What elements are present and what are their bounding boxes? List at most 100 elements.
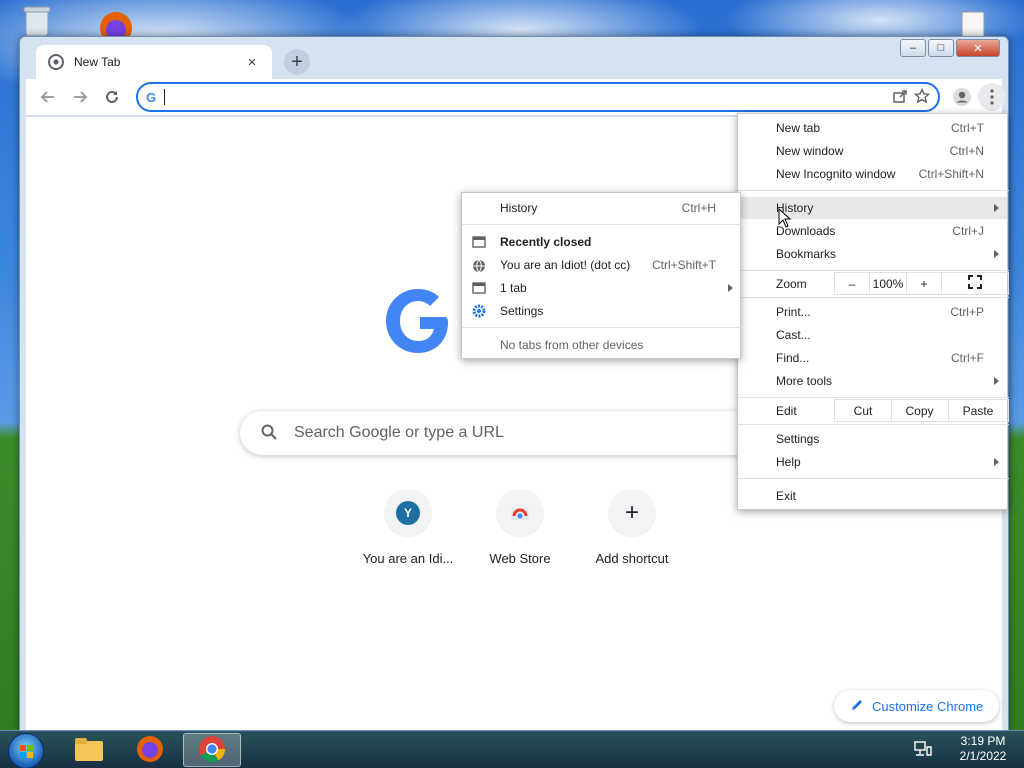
menu-divider	[738, 424, 1009, 425]
profile-icon[interactable]	[948, 83, 976, 111]
cut-button[interactable]: Cut	[834, 399, 892, 422]
menu-item-print[interactable]: Print... Ctrl+P	[776, 301, 984, 323]
menu-item-exit[interactable]: Exit	[776, 485, 984, 507]
zoom-in-button[interactable]: +	[906, 272, 942, 295]
taskbar-firefox[interactable]	[121, 733, 179, 767]
menu-item-downloads[interactable]: Downloads Ctrl+J	[776, 220, 984, 242]
menu-label: You are an Idiot! (dot cc)	[500, 258, 631, 272]
menu-divider	[738, 190, 1009, 191]
menu-divider	[462, 327, 742, 328]
menu-shortcut: Ctrl+Shift+T	[651, 258, 716, 272]
menu-divider	[738, 478, 1009, 479]
close-tab-icon[interactable]: ×	[244, 54, 260, 71]
forward-arrow-icon[interactable]	[66, 83, 94, 111]
menu-item-more-tools[interactable]: More tools	[776, 370, 984, 392]
search-icon	[260, 423, 278, 444]
network-tray-icon[interactable]	[914, 741, 932, 760]
menu-shortcut: Ctrl+P	[950, 305, 984, 319]
web-store-icon	[510, 503, 530, 524]
menu-label: No tabs from other devices	[500, 338, 644, 352]
system-clock[interactable]: 3:19 PM 2/1/2022	[948, 734, 1018, 764]
menu-item-find[interactable]: Find... Ctrl+F	[776, 347, 984, 369]
tab-new-tab[interactable]: New Tab ×	[36, 45, 272, 79]
menu-label: 1 tab	[500, 281, 527, 295]
shortcut-label: Web Store	[489, 551, 551, 566]
ntp-search-box[interactable]: Search Google or type a URL	[240, 411, 800, 455]
firefox-icon	[135, 734, 165, 767]
menu-shortcut: Ctrl+Shift+N	[918, 167, 984, 181]
history-item-1-tab[interactable]: 1 tab	[500, 277, 716, 299]
shortcut-label: You are an Idi...	[362, 551, 454, 566]
more-menu-icon[interactable]	[978, 83, 1006, 111]
history-item-settings[interactable]: Settings	[500, 300, 716, 322]
submenu-arrow-icon	[994, 204, 999, 212]
taskbar-chrome[interactable]	[183, 733, 241, 767]
chrome-main-menu: New tab Ctrl+T New window Ctrl+N New Inc…	[737, 113, 1009, 510]
back-arrow-icon[interactable]	[34, 83, 62, 111]
menu-label: Zoom	[776, 277, 807, 291]
chrome-favicon-icon	[48, 54, 64, 70]
menu-item-new-tab[interactable]: New tab Ctrl+T	[776, 117, 984, 139]
google-g-icon: G	[146, 89, 157, 105]
menu-label: History	[500, 201, 538, 215]
address-bar[interactable]: G	[136, 82, 940, 112]
shortcut-icon-circle: +	[608, 489, 656, 537]
search-placeholder: Search Google or type a URL	[294, 424, 504, 441]
menu-label: New tab	[776, 121, 821, 135]
minimize-button[interactable]: –	[900, 39, 926, 57]
menu-item-new-window[interactable]: New window Ctrl+N	[776, 140, 984, 162]
menu-item-help[interactable]: Help	[776, 451, 984, 473]
close-window-button[interactable]: ✕	[956, 39, 1000, 57]
shortcut-web-store[interactable]: Web Store	[464, 489, 576, 566]
shortcut-icon-circle: Y	[384, 489, 432, 537]
shortcut-icon-circle	[496, 489, 544, 537]
menu-shortcut: Ctrl+N	[949, 144, 984, 158]
chrome-icon	[197, 734, 227, 767]
history-item-idiot[interactable]: You are an Idiot! (dot cc) Ctrl+Shift+T	[500, 254, 716, 276]
fullscreen-button[interactable]	[941, 272, 1009, 295]
menu-item-bookmarks[interactable]: Bookmarks	[776, 243, 984, 265]
menu-item-cast[interactable]: Cast...	[776, 324, 984, 346]
menu-item-settings[interactable]: Settings	[776, 428, 984, 450]
shortcut-label: Add shortcut	[595, 551, 669, 566]
paste-button[interactable]: Paste	[948, 399, 1009, 422]
new-tab-button[interactable]: +	[284, 49, 310, 75]
reload-icon[interactable]	[98, 83, 126, 111]
menu-label: Settings	[776, 432, 820, 446]
menu-item-zoom: Zoom	[776, 273, 836, 295]
start-button[interactable]	[8, 733, 44, 768]
menu-divider	[738, 297, 1009, 298]
folder-icon	[73, 735, 105, 766]
menu-shortcut: Ctrl+T	[951, 121, 984, 135]
menu-item-new-incognito[interactable]: New Incognito window Ctrl+Shift+N	[776, 163, 984, 185]
copy-button[interactable]: Copy	[891, 399, 949, 422]
shortcut-add[interactable]: + Add shortcut	[576, 489, 688, 566]
maximize-button[interactable]: □	[928, 39, 954, 57]
pencil-icon	[850, 698, 864, 715]
menu-label: Help	[776, 455, 801, 469]
history-submenu: History Ctrl+H Recently closed You are a…	[461, 192, 742, 359]
submenu-arrow-icon	[994, 250, 999, 258]
recycle-bin-icon[interactable]	[18, 4, 56, 38]
menu-item-edit: Edit	[776, 400, 836, 422]
firefox-desktop-icon[interactable]	[94, 6, 140, 44]
share-icon[interactable]	[892, 88, 908, 107]
mouse-cursor-icon	[778, 207, 792, 231]
menu-item-history[interactable]: History	[776, 197, 984, 219]
toolbar: G	[26, 79, 1006, 115]
bookmark-star-icon[interactable]	[913, 87, 931, 107]
recently-closed-icon	[472, 236, 486, 251]
menu-label: Edit	[776, 404, 797, 418]
text-cursor	[164, 89, 166, 105]
menu-label: Settings	[500, 304, 544, 318]
customize-chrome-button[interactable]: Customize Chrome	[834, 690, 1000, 722]
menu-label: Find...	[776, 351, 810, 365]
zoom-out-button[interactable]: –	[834, 272, 870, 295]
fullscreen-icon	[968, 275, 982, 292]
taskbar-explorer[interactable]	[60, 733, 118, 767]
add-icon: +	[624, 499, 639, 526]
history-recently-closed: Recently closed	[500, 231, 716, 253]
shortcut-you-are-an-idiot[interactable]: Y You are an Idi...	[352, 489, 464, 566]
history-item-history[interactable]: History Ctrl+H	[500, 197, 716, 219]
menu-shortcut: Ctrl+H	[681, 201, 716, 215]
